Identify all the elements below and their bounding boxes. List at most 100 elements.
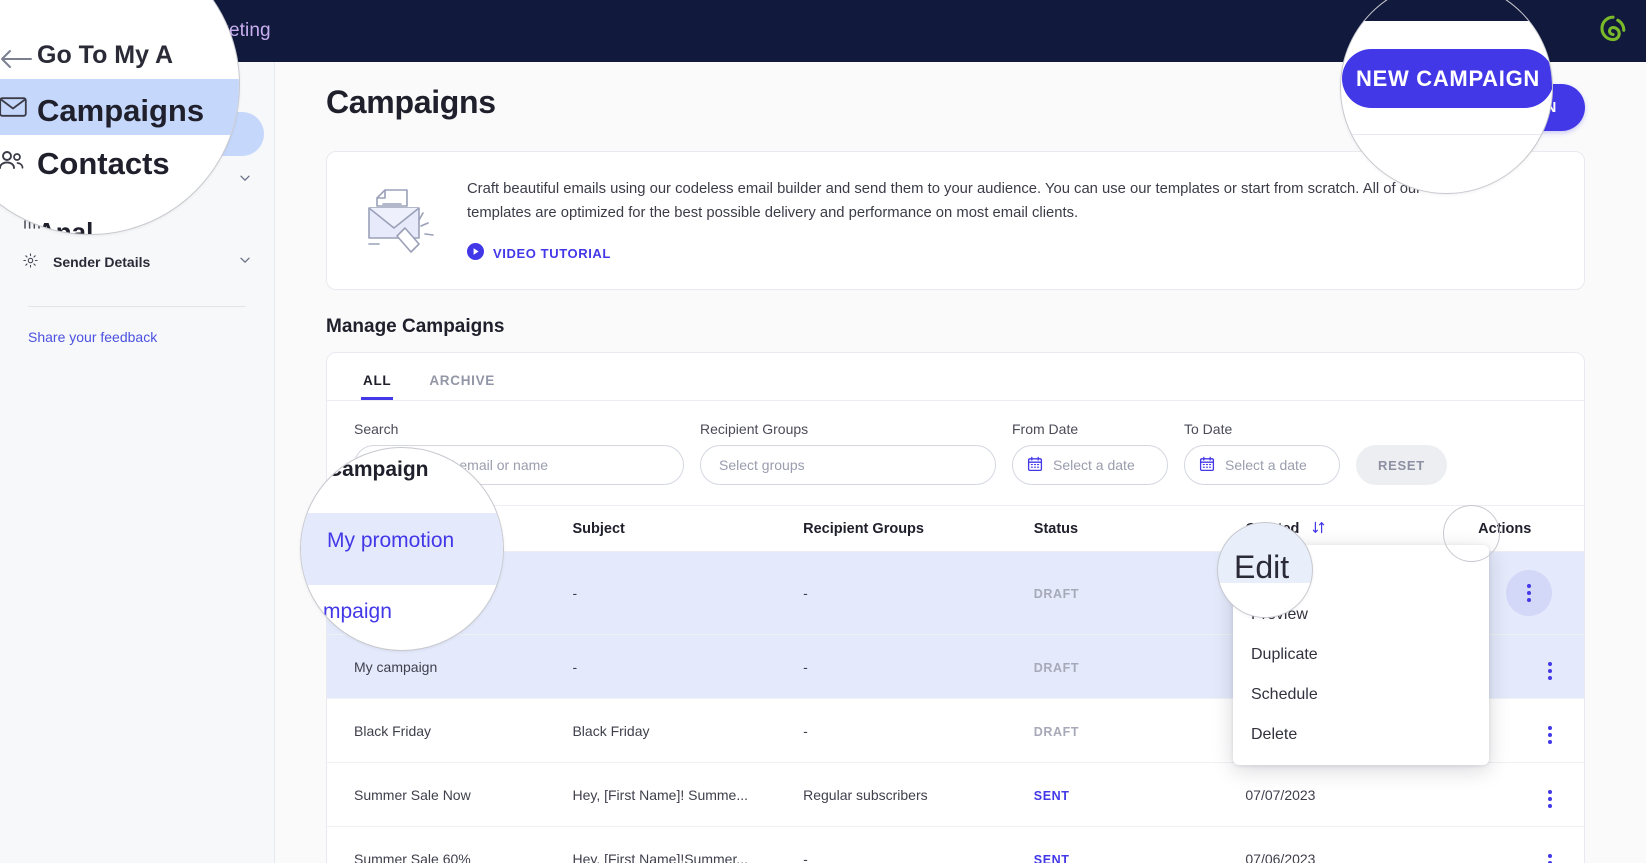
lens-arrow-left-icon xyxy=(0,48,33,75)
share-feedback-link[interactable]: Share your feedback xyxy=(0,307,274,345)
row-actions-kebab-icon[interactable] xyxy=(1548,662,1552,681)
to-date-input[interactable]: Select a date xyxy=(1184,445,1340,486)
lens-card-edge xyxy=(1341,134,1552,135)
lens-topbar-strip xyxy=(1341,0,1552,21)
search-label: Search xyxy=(354,421,399,438)
cell-recipient-groups: Regular subscribers xyxy=(803,762,1034,828)
cell-subject: Black Friday xyxy=(572,698,804,764)
topbar-right xyxy=(1596,14,1646,48)
sidebar-item-label: Sender Details xyxy=(53,254,151,270)
status-badge: DRAFT xyxy=(1033,660,1080,675)
email-megaphone-illustration-icon xyxy=(355,178,441,263)
column-header-recipient-groups[interactable]: Recipient Groups xyxy=(803,505,1034,553)
cell-actions xyxy=(1478,551,1584,636)
cell-campaign-name[interactable]: Black Friday xyxy=(327,698,573,764)
status-badge: SENT xyxy=(1033,788,1070,803)
lens-new-campaign-button[interactable]: NEW CAMPAIGN xyxy=(1342,49,1552,108)
recipient-groups-label: Recipient Groups xyxy=(700,421,809,438)
chevron-down-icon[interactable] xyxy=(238,171,252,189)
cell-subject: Hey, [First Name]!Summer... xyxy=(572,826,804,863)
lens-column-header-campaign: Campaign xyxy=(327,458,429,481)
cell-recipient-groups: - xyxy=(803,826,1034,863)
info-card-body: Craft beautiful emails using our codeles… xyxy=(467,181,1422,221)
table-row[interactable]: Summer Sale 60% Hey, [First Name]!Summer.… xyxy=(327,826,1584,863)
reset-button[interactable]: RESET xyxy=(1356,445,1447,486)
row-actions-button-active[interactable] xyxy=(1506,570,1552,617)
cell-status: DRAFT xyxy=(1033,551,1246,636)
table-row[interactable]: Summer Sale Now Hey, [First Name]! Summe.… xyxy=(327,762,1584,828)
cell-actions xyxy=(1478,698,1584,764)
magnifier-lens-campaign-column: Campaign My promotion mpaign xyxy=(300,447,504,651)
cell-recipient-groups: - xyxy=(803,551,1034,636)
manage-campaigns-heading: Manage Campaigns xyxy=(326,316,505,338)
lens-row2-campaign-name: mpaign xyxy=(323,600,392,623)
sidebar-item-sender-details[interactable]: Sender Details xyxy=(10,240,264,284)
from-date-label: From Date xyxy=(1012,421,1079,438)
status-badge: SENT xyxy=(1033,852,1070,863)
cell-created-date: 07/07/2023 xyxy=(1245,762,1479,828)
from-date-placeholder: Select a date xyxy=(1053,457,1135,474)
cell-recipient-groups: - xyxy=(803,634,1034,700)
cell-subject: - xyxy=(572,551,804,636)
status-badge: DRAFT xyxy=(1033,724,1080,739)
recipient-groups-select[interactable]: Select groups xyxy=(700,445,996,486)
cell-status: DRAFT xyxy=(1033,634,1246,700)
magnifier-lens-edit-item: Edit xyxy=(1217,522,1313,618)
lens-edit-white-strip xyxy=(1218,583,1312,617)
video-tutorial-label: VIDEO TUTORIAL xyxy=(493,245,611,261)
row-actions-kebab-icon[interactable] xyxy=(1527,584,1531,603)
sort-updown-icon[interactable] xyxy=(1303,521,1326,537)
cell-actions xyxy=(1478,762,1584,828)
to-date-label: To Date xyxy=(1184,421,1233,438)
play-circle-icon xyxy=(467,243,484,263)
column-header-status[interactable]: Status xyxy=(1033,505,1246,553)
cell-recipient-groups: - xyxy=(803,698,1034,764)
column-header-subject[interactable]: Subject xyxy=(572,505,804,553)
lens-sidebar-backlabel: Go To My A xyxy=(37,41,174,69)
lens-mail-icon xyxy=(0,96,27,123)
cell-actions xyxy=(1478,634,1584,700)
context-menu-item-schedule[interactable]: Schedule xyxy=(1233,675,1489,715)
page-title: Campaigns xyxy=(326,84,496,120)
context-menu-item-duplicate[interactable]: Duplicate xyxy=(1233,635,1489,675)
lens-new-campaign-label: NEW CAMPAIGN xyxy=(1356,65,1540,91)
cell-status: DRAFT xyxy=(1033,698,1246,764)
lens-context-menu-edit: Edit xyxy=(1234,549,1290,585)
brand-swirl-logo-icon[interactable] xyxy=(1596,14,1630,48)
cell-status: SENT xyxy=(1033,826,1246,863)
from-date-input[interactable]: Select a date xyxy=(1012,445,1168,486)
cell-subject: - xyxy=(572,634,804,700)
to-date-field-group: To Date Select a date xyxy=(1184,421,1340,486)
tab-bar: ALL ARCHIVE xyxy=(327,353,1584,402)
to-date-placeholder: Select a date xyxy=(1225,457,1307,474)
context-menu-item-delete[interactable]: Delete xyxy=(1233,715,1489,755)
from-date-field-group: From Date Select a date xyxy=(1012,421,1168,486)
row-actions-kebab-icon[interactable] xyxy=(1548,726,1552,745)
lens-sidebar-analytics: Anal xyxy=(37,217,94,235)
tab-archive[interactable]: ARCHIVE xyxy=(427,365,497,400)
lens-sidebar-contacts: Contacts xyxy=(37,146,170,181)
cell-campaign-name: Summer Sale Now xyxy=(327,762,573,828)
row-actions-kebab-icon[interactable] xyxy=(1548,790,1552,809)
cell-status: SENT xyxy=(1033,762,1246,828)
filter-bar: Search Enter contact email or name Recip… xyxy=(327,401,1584,505)
cell-campaign-name: Summer Sale 60% xyxy=(327,826,573,863)
row-actions-kebab-icon[interactable] xyxy=(1548,854,1552,863)
chevron-down-icon[interactable] xyxy=(238,253,252,271)
calendar-icon xyxy=(1027,456,1043,475)
video-tutorial-link[interactable]: VIDEO TUTORIAL xyxy=(467,243,1554,263)
lens-sidebar-campaigns: Campaigns xyxy=(37,93,205,128)
calendar-icon xyxy=(1199,456,1215,475)
gear-icon xyxy=(22,252,39,273)
cell-actions xyxy=(1478,826,1584,863)
app-root: Email Marketing Go To My Account xyxy=(0,0,1646,863)
row-actions-button-active-ring[interactable] xyxy=(1443,505,1500,562)
cell-campaign-name[interactable]: My campaign xyxy=(327,634,573,700)
cell-subject: Hey, [First Name]! Summe... xyxy=(572,762,804,828)
cell-created-date: 07/06/2023 xyxy=(1245,826,1479,863)
lens-people-icon xyxy=(0,148,27,177)
recipient-groups-field-group: Recipient Groups Select groups xyxy=(700,421,996,486)
tab-all[interactable]: ALL xyxy=(361,365,393,400)
lens-row-campaign-name: My promotion xyxy=(327,529,455,552)
status-badge: DRAFT xyxy=(1033,587,1080,602)
